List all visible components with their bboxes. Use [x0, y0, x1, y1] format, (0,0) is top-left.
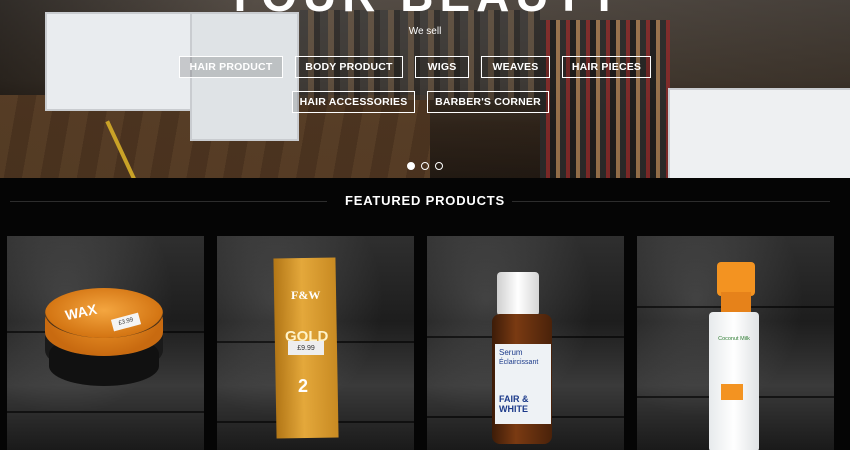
serum-label-line-2: Éclaircissant — [499, 359, 539, 366]
serum-label-line-1: Serum — [499, 348, 523, 357]
foam-bottle-label: Coconut Milk — [718, 336, 750, 342]
price-sticker: £9.99 — [288, 341, 324, 355]
serum-label-brand: FAIR & WHITE — [499, 394, 529, 414]
bottle-cap-image — [497, 272, 539, 316]
hero-title: YOUR BEAUTY — [0, 0, 850, 22]
slider-dot-3[interactable] — [435, 162, 443, 170]
body-product-button[interactable]: BODY PRODUCT — [295, 56, 403, 78]
product-card-wax[interactable]: WAX £3.99 — [7, 236, 204, 450]
hair-product-button[interactable]: HAIR PRODUCT — [179, 56, 283, 78]
pump-head-image — [717, 262, 755, 296]
product-card-foam[interactable]: Coconut Milk — [637, 236, 834, 450]
seat-seam — [7, 411, 204, 413]
weaves-button[interactable]: WEAVES — [481, 56, 550, 78]
pump-collar-image — [721, 292, 751, 312]
box-brand: F&W — [291, 288, 321, 302]
section-divider-right — [512, 201, 830, 202]
hero-hair-shelf-image — [540, 20, 670, 178]
product-card-serum[interactable]: Serum Éclaircissant FAIR & WHITE — [427, 236, 624, 450]
hero-subtitle: We sell — [408, 26, 442, 37]
box-number: 2 — [298, 376, 309, 396]
wax-tin-lid — [45, 288, 163, 338]
slider-dot-1[interactable] — [407, 162, 415, 170]
hair-pieces-button[interactable]: HAIR PIECES — [562, 56, 651, 78]
foam-bottle-tag — [721, 384, 743, 400]
wigs-button[interactable]: WIGS — [415, 56, 469, 78]
slider-dot-2[interactable] — [421, 162, 429, 170]
barbers-corner-button[interactable]: BARBER'S CORNER — [427, 91, 549, 113]
hair-accessories-button[interactable]: HAIR ACCESSORIES — [292, 91, 415, 113]
hero-shelf-image — [300, 10, 540, 100]
hero-slider: YOUR BEAUTY We sell HAIR PRODUCT BODY PR… — [0, 0, 850, 178]
product-card-gold[interactable]: F&W GOLD £9.99 2 — [217, 236, 414, 450]
slider-dots — [0, 157, 850, 175]
foam-bottle-image — [709, 312, 759, 450]
featured-products-section: FEATURED PRODUCTS WAX £3.99 F&W GOLD £9.… — [0, 178, 850, 450]
